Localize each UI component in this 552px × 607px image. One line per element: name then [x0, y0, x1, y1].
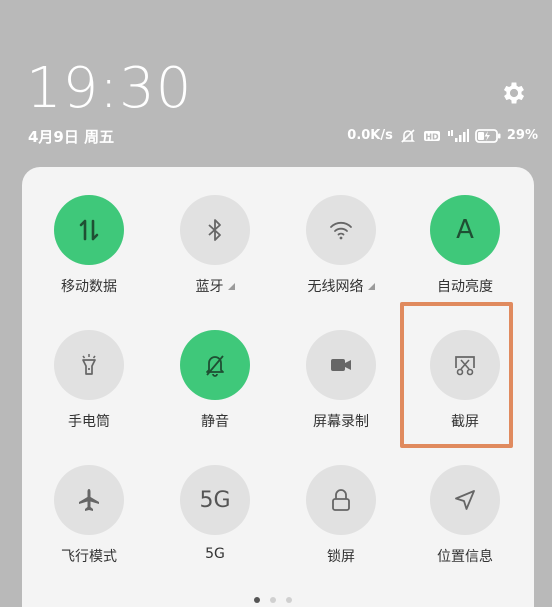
signal-icon	[447, 128, 469, 142]
bluetooth-icon	[208, 219, 221, 241]
svg-text:HD: HD	[425, 132, 439, 141]
tile-silent[interactable]: 静音	[160, 330, 270, 440]
tile-airplane-mode[interactable]: 飞行模式	[34, 465, 144, 575]
bell-off-icon	[400, 128, 415, 143]
status-indicators: 0.0K/s HD 29%	[347, 128, 538, 143]
settings-button[interactable]	[500, 79, 528, 107]
location-toggle[interactable]	[430, 465, 500, 535]
battery-percentage: 29%	[506, 128, 538, 143]
data-transfer-icon	[79, 219, 99, 241]
bell-off-icon	[206, 355, 224, 377]
page-dot-active[interactable]	[254, 597, 260, 603]
airplane-icon	[79, 489, 99, 511]
5g-toggle[interactable]: 5G	[180, 465, 250, 535]
page-dot[interactable]	[270, 597, 276, 603]
tile-mobile-data[interactable]: 移动数据	[34, 195, 144, 305]
lock-icon	[332, 489, 350, 511]
screenshot-highlight-box	[400, 302, 513, 448]
lock-screen-button[interactable]	[306, 465, 376, 535]
status-header: 19:30 4月9日 周五 0.0K/s HD 29%	[0, 0, 552, 165]
tile-screen-record[interactable]: 屏幕录制	[286, 330, 396, 440]
wifi-toggle[interactable]	[306, 195, 376, 265]
auto-brightness-icon: A	[456, 215, 474, 245]
screen-record-toggle[interactable]	[306, 330, 376, 400]
tile-flashlight[interactable]: 手电筒	[34, 330, 144, 440]
airplane-mode-toggle[interactable]	[54, 465, 124, 535]
bluetooth-toggle[interactable]	[180, 195, 250, 265]
tile-label: 锁屏	[327, 549, 355, 565]
expand-triangle-icon	[367, 282, 375, 290]
auto-brightness-toggle[interactable]: A	[430, 195, 500, 265]
page-dot[interactable]	[286, 597, 292, 603]
tile-lock-screen[interactable]: 锁屏	[286, 465, 396, 575]
tile-label: 蓝牙	[196, 276, 235, 296]
location-arrow-icon	[455, 490, 475, 510]
clock[interactable]: 19:30	[26, 56, 192, 121]
expand-triangle-icon	[227, 282, 235, 290]
5g-icon: 5G	[199, 487, 231, 513]
tile-label: 屏幕录制	[313, 414, 369, 430]
tile-label: 移动数据	[61, 279, 117, 295]
tile-bluetooth[interactable]: 蓝牙	[160, 195, 270, 305]
battery-charging-icon	[474, 128, 501, 143]
flashlight-icon	[82, 354, 96, 375]
net-speed: 0.0K/s	[347, 128, 393, 143]
hd-icon: HD	[423, 130, 440, 141]
tile-label: 无线网络	[308, 276, 375, 296]
mobile-data-toggle[interactable]	[54, 195, 124, 265]
tile-5g[interactable]: 5G 5G	[160, 465, 270, 575]
tile-label: 自动亮度	[437, 279, 493, 295]
tile-label: 静音	[201, 414, 229, 430]
wifi-icon	[330, 221, 352, 240]
date[interactable]: 4月9日 周五	[28, 126, 114, 147]
tile-label: 5G	[205, 546, 225, 562]
tile-label: 位置信息	[437, 549, 493, 565]
gear-icon	[503, 82, 525, 104]
flashlight-toggle[interactable]	[54, 330, 124, 400]
tile-auto-brightness[interactable]: A 自动亮度	[410, 195, 520, 305]
tile-label: 飞行模式	[61, 549, 117, 565]
video-camera-icon	[331, 359, 351, 371]
page-indicator[interactable]	[254, 597, 292, 603]
tile-wifi[interactable]: 无线网络	[286, 195, 396, 305]
tile-location[interactable]: 位置信息	[410, 465, 520, 575]
tile-label: 手电筒	[68, 414, 110, 430]
silent-toggle[interactable]	[180, 330, 250, 400]
